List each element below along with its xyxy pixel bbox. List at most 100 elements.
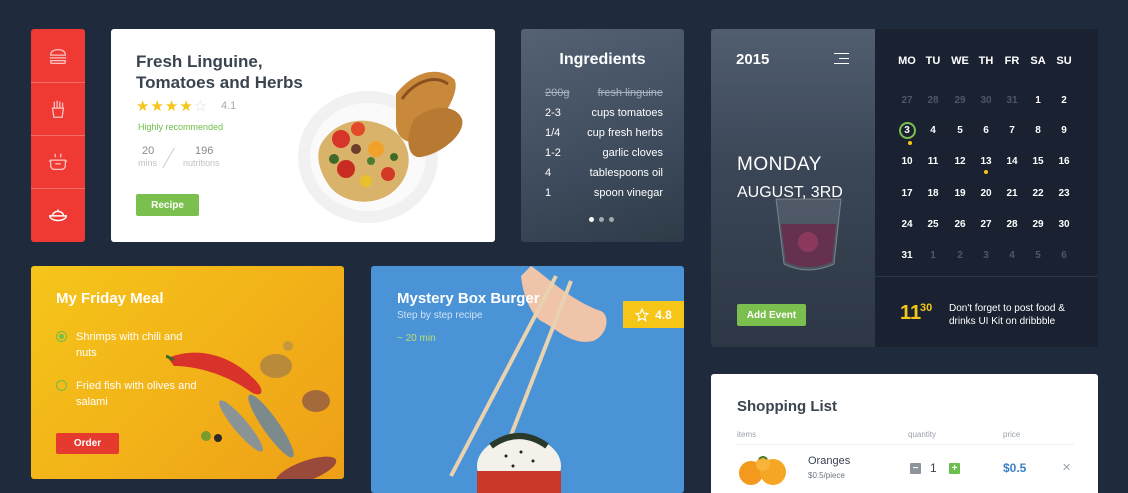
ingredient-row[interactable]: 4 tablespoons oil (545, 167, 663, 179)
calendar-day[interactable]: 24 (894, 219, 920, 230)
item-unit-price: $0.5/piece (808, 471, 845, 480)
item-price: $0.5 (1003, 461, 1027, 475)
calendar-day[interactable]: 1 (920, 250, 946, 261)
calendar-day[interactable]: 15 (1025, 156, 1051, 167)
calendar-day[interactable]: 28 (999, 219, 1025, 230)
calendar-day[interactable]: 29 (947, 95, 973, 106)
calendar-day[interactable]: 6 (1051, 250, 1077, 261)
calendar-day[interactable]: 22 (1025, 188, 1051, 199)
star-outline-icon (635, 307, 650, 322)
calendar-day[interactable]: 3 (894, 125, 920, 136)
meal-option[interactable]: Fried fish with olives and salami (56, 378, 206, 410)
sidebar-item-fries[interactable] (31, 82, 85, 135)
sidebar-item-soups[interactable] (31, 135, 85, 188)
calendar-day[interactable]: 11 (920, 156, 946, 167)
calendar-day[interactable]: 29 (1025, 219, 1051, 230)
shopping-list-card: Shopping List items quantity price Orang… (711, 374, 1098, 493)
ingredient-row[interactable]: 2-3 cups tomatoes (545, 107, 663, 119)
calendar-day[interactable]: 19 (947, 188, 973, 199)
weekday-header: TH (978, 55, 994, 67)
calendar-day[interactable]: 21 (999, 188, 1025, 199)
cooking-time: ~ 20 min (397, 333, 436, 344)
calendar-day[interactable]: 13 (973, 156, 999, 167)
star-filled-icon: ★★★★ (136, 98, 194, 115)
weekday-header: MO (898, 55, 916, 67)
calendar-day[interactable]: 10 (894, 156, 920, 167)
reminder-minute: 30 (920, 302, 933, 314)
selected-date: AUGUST, 3RD (737, 184, 843, 201)
event-dot (984, 170, 988, 174)
calendar-day[interactable]: 26 (947, 219, 973, 230)
calendar-date-panel: 2015 MONDAY AUGUST, 3RD Add Event (711, 29, 875, 347)
menu-icon[interactable] (834, 53, 849, 68)
calendar-day[interactable]: 30 (1051, 219, 1077, 230)
ingredient-row[interactable]: 1-2 garlic cloves (545, 147, 663, 159)
calendar-day[interactable]: 6 (973, 125, 999, 136)
header-divider (737, 444, 1074, 445)
calendar-day[interactable]: 5 (947, 125, 973, 136)
calendar-day[interactable]: 2 (1051, 95, 1077, 106)
dish-icon (49, 209, 67, 222)
calendar-day[interactable]: 20 (973, 188, 999, 199)
increase-quantity-button[interactable]: + (949, 463, 960, 474)
time-value: 20 (142, 145, 155, 157)
page-dot[interactable] (589, 217, 594, 222)
radio-selected-icon[interactable] (56, 331, 67, 342)
time-label: mins (138, 158, 158, 168)
weekday-header: TU (925, 55, 941, 67)
selected-weekday: MONDAY (737, 154, 822, 175)
ingredient-row[interactable]: 200g fresh linguine (545, 87, 663, 99)
calendar-day[interactable]: 28 (920, 95, 946, 106)
ingredient-row[interactable]: 1/4 cup fresh herbs (545, 127, 663, 139)
reminder-text: Don't forget to post food & drinks UI Ki… (949, 303, 1065, 327)
order-button[interactable]: Order (56, 433, 119, 454)
calendar-day[interactable]: 31 (894, 250, 920, 261)
decrease-quantity-button[interactable]: − (910, 463, 921, 474)
calendar-day[interactable]: 16 (1051, 156, 1077, 167)
add-event-button[interactable]: Add Event (737, 304, 806, 326)
stat-divider (162, 147, 175, 169)
recipe-title: Fresh Linguine, Tomatoes and Herbs (136, 52, 303, 92)
calendar-year: 2015 (736, 51, 770, 68)
calendar-day[interactable]: 30 (973, 95, 999, 106)
calendar-day[interactable]: 2 (947, 250, 973, 261)
recommendation-label: Highly recommended (138, 122, 224, 132)
calendar-day[interactable]: 12 (947, 156, 973, 167)
recipe-button[interactable]: Recipe (136, 194, 199, 216)
calendar-day[interactable]: 7 (999, 125, 1025, 136)
rating-badge: 4.8 (623, 301, 684, 328)
calendar-day[interactable]: 17 (894, 188, 920, 199)
calendar-day[interactable]: 9 (1051, 125, 1077, 136)
calendar-day[interactable]: 4 (920, 125, 946, 136)
page-dot[interactable] (599, 217, 604, 222)
oranges-image (739, 456, 786, 485)
radio-empty-icon[interactable] (56, 380, 67, 391)
calendar-day[interactable]: 18 (920, 188, 946, 199)
calendar-day[interactable]: 14 (999, 156, 1025, 167)
calendar-day[interactable]: 4 (999, 250, 1025, 261)
ingredient-row[interactable]: 1 spoon vinegar (545, 187, 663, 199)
calendar-day[interactable]: 23 (1051, 188, 1077, 199)
remove-item-icon[interactable]: ✕ (1062, 461, 1071, 474)
calendar-day[interactable]: 5 (1025, 250, 1051, 261)
fries-icon (51, 100, 65, 118)
page-dot[interactable] (609, 217, 614, 222)
pot-icon (48, 153, 68, 170)
calendar-day[interactable]: 1 (1025, 95, 1051, 106)
weekday-header: FR (1004, 55, 1020, 67)
sidebar-item-burgers[interactable] (31, 29, 85, 82)
calendar-day[interactable]: 8 (1025, 125, 1051, 136)
meal-option[interactable]: Shrimps with chili and nuts (56, 329, 206, 361)
calendar-day[interactable]: 27 (973, 219, 999, 230)
calendar-day[interactable]: 3 (973, 250, 999, 261)
calendar-day[interactable]: 31 (999, 95, 1025, 106)
recipe-card[interactable]: Fresh Linguine, Tomatoes and Herbs ★★★★☆… (111, 29, 495, 242)
rating-stars: ★★★★☆ (136, 97, 208, 115)
column-header-items: items (737, 430, 757, 439)
mystery-burger-card[interactable]: Mystery Box Burger Step by step recipe ~… (371, 266, 684, 493)
sidebar-item-dishes[interactable] (31, 188, 85, 241)
event-dot (908, 141, 912, 145)
calendar-day[interactable]: 25 (920, 219, 946, 230)
calendar-day[interactable]: 27 (894, 95, 920, 106)
reminder-hour: 11 (900, 302, 922, 324)
